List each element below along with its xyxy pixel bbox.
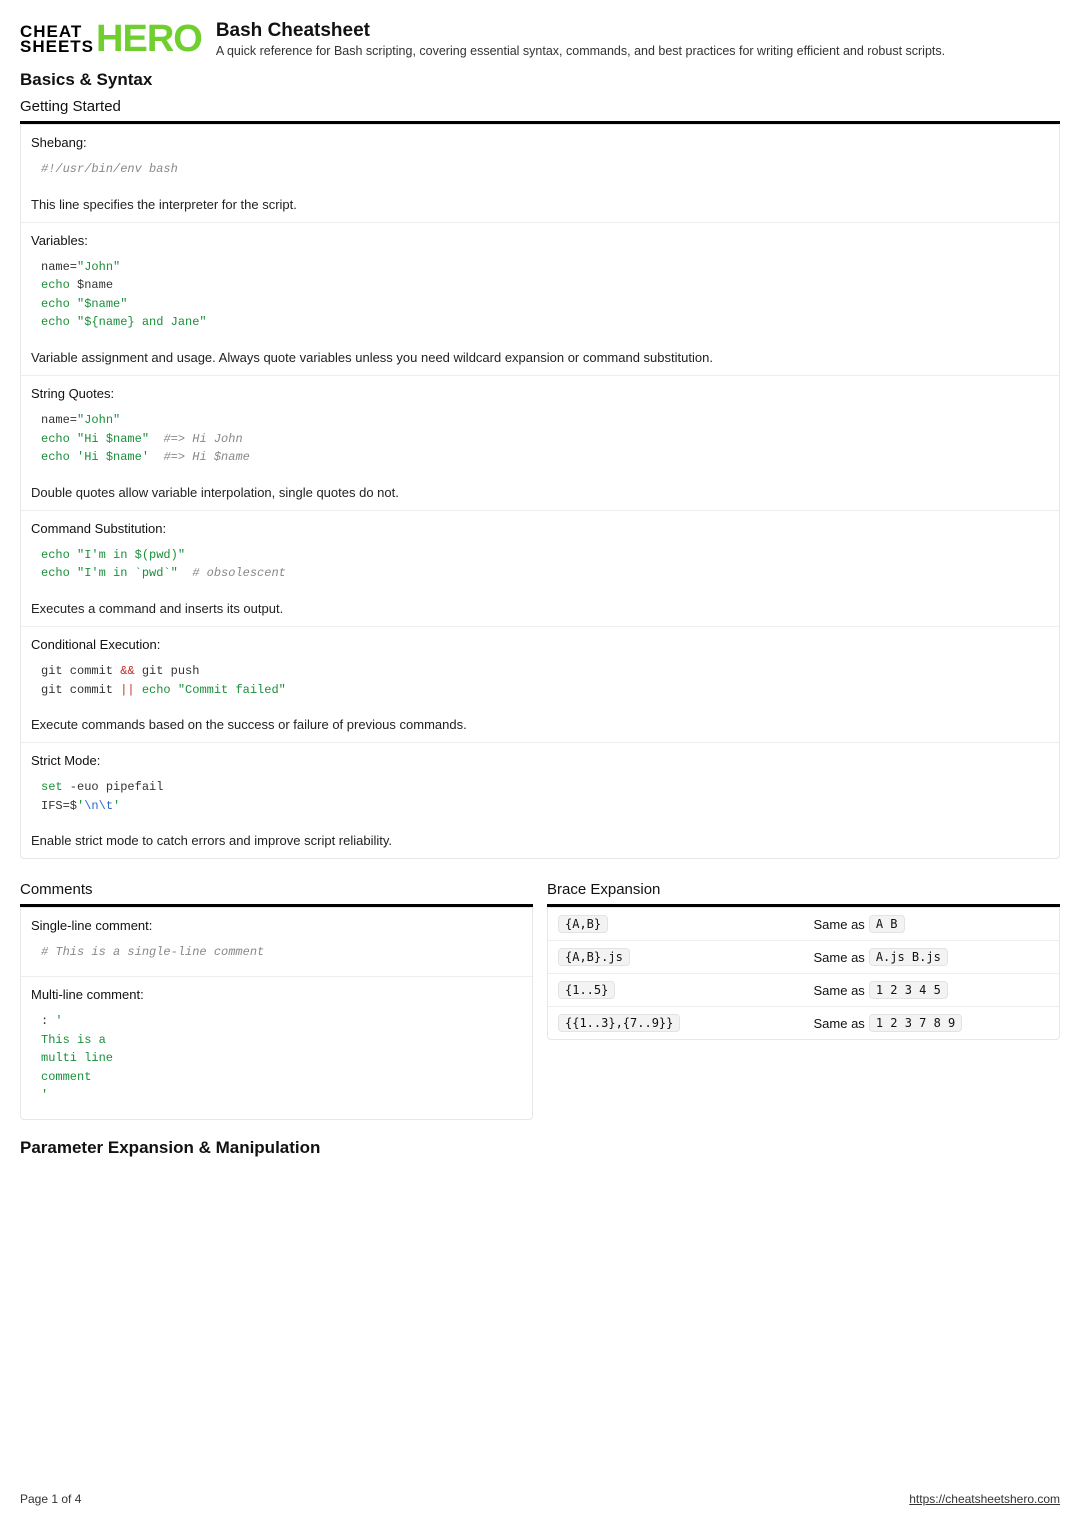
subsection-comments: Comments (20, 881, 533, 898)
brace-expansion-column: Brace Expansion {A,B} Same as A B {A,B}.… (547, 873, 1060, 1120)
cell-result: Same as 1 2 3 7 8 9 (804, 1007, 1060, 1039)
cell-result: Same as A.js B.js (804, 941, 1060, 973)
cell-expr: {{1..3},{7..9}} (548, 1007, 804, 1039)
page-subtitle: A quick reference for Bash scripting, co… (216, 44, 945, 58)
subsection-getting-started: Getting Started (20, 98, 1060, 115)
card-variables: Variables: name="John" echo $name echo "… (21, 223, 1059, 376)
card-conditional-execution: Conditional Execution: git commit && git… (21, 627, 1059, 743)
footer-link[interactable]: https://cheatsheetshero.com (909, 1492, 1060, 1506)
code-block: #!/usr/bin/env bash (31, 156, 1049, 183)
code-block: name="John" echo "Hi $name" #=> Hi John … (31, 407, 1049, 471)
cell-expr: {A,B}.js (548, 941, 804, 973)
section-heading-basics: Basics & Syntax (20, 70, 1060, 90)
table-row: {A,B}.js Same as A.js B.js (548, 941, 1059, 974)
card-label: Command Substitution: (31, 521, 1049, 536)
card-command-substitution: Command Substitution: echo "I'm in $(pwd… (21, 511, 1059, 627)
card-label: Single-line comment: (31, 918, 522, 933)
logo-brand: HERO (96, 22, 202, 56)
code-block: # This is a single-line comment (31, 939, 522, 966)
logo-text-2: SHEETS (20, 39, 94, 54)
table-row: {A,B} Same as A B (548, 908, 1059, 941)
comments-group: Single-line comment: # This is a single-… (20, 907, 533, 1120)
code-block: name="John" echo $name echo "$name" echo… (31, 254, 1049, 336)
page-footer: Page 1 of 4 https://cheatsheetshero.com (20, 1492, 1060, 1506)
page-number: Page 1 of 4 (20, 1492, 81, 1506)
code-block: : ' This is a multi line comment ' (31, 1008, 522, 1109)
card-single-comment: Single-line comment: # This is a single-… (21, 908, 532, 977)
two-column-layout: Comments Single-line comment: # This is … (20, 873, 1060, 1120)
brace-expansion-table: {A,B} Same as A B {A,B}.js Same as A.js … (547, 907, 1060, 1040)
card-strict-mode: Strict Mode: set -euo pipefail IFS=$'\n\… (21, 743, 1059, 858)
code-block: git commit && git push git commit || ech… (31, 658, 1049, 703)
cell-expr: {A,B} (548, 908, 804, 940)
card-label: Variables: (31, 233, 1049, 248)
card-label: Conditional Execution: (31, 637, 1049, 652)
comments-column: Comments Single-line comment: # This is … (20, 873, 533, 1120)
card-description: Enable strict mode to catch errors and i… (31, 833, 1049, 848)
cell-expr: {1..5} (548, 974, 804, 1006)
card-label: Shebang: (31, 135, 1049, 150)
card-string-quotes: String Quotes: name="John" echo "Hi $nam… (21, 376, 1059, 511)
document-header: CHEAT SHEETS HERO Bash Cheatsheet A quic… (20, 20, 1060, 58)
table-row: {{1..3},{7..9}} Same as 1 2 3 7 8 9 (548, 1007, 1059, 1039)
logo: CHEAT SHEETS HERO (20, 22, 202, 56)
code-block: echo "I'm in $(pwd)" echo "I'm in `pwd`"… (31, 542, 1049, 587)
card-description: Executes a command and inserts its outpu… (31, 601, 1049, 616)
getting-started-group: Shebang: #!/usr/bin/env bash This line s… (20, 124, 1060, 859)
card-description: Double quotes allow variable interpolati… (31, 485, 1049, 500)
cell-result: Same as A B (804, 908, 1060, 940)
card-label: Multi-line comment: (31, 987, 522, 1002)
card-label: Strict Mode: (31, 753, 1049, 768)
section-heading-parameter-expansion: Parameter Expansion & Manipulation (20, 1138, 1060, 1158)
subsection-brace-expansion: Brace Expansion (547, 881, 1060, 898)
title-block: Bash Cheatsheet A quick reference for Ba… (216, 20, 945, 58)
card-shebang: Shebang: #!/usr/bin/env bash This line s… (21, 125, 1059, 223)
table-row: {1..5} Same as 1 2 3 4 5 (548, 974, 1059, 1007)
cell-result: Same as 1 2 3 4 5 (804, 974, 1060, 1006)
card-description: Variable assignment and usage. Always qu… (31, 350, 1049, 365)
card-description: This line specifies the interpreter for … (31, 197, 1049, 212)
code-block: set -euo pipefail IFS=$'\n\t' (31, 774, 1049, 819)
page-title: Bash Cheatsheet (216, 20, 945, 42)
card-label: String Quotes: (31, 386, 1049, 401)
card-description: Execute commands based on the success or… (31, 717, 1049, 732)
card-multi-comment: Multi-line comment: : ' This is a multi … (21, 977, 532, 1119)
